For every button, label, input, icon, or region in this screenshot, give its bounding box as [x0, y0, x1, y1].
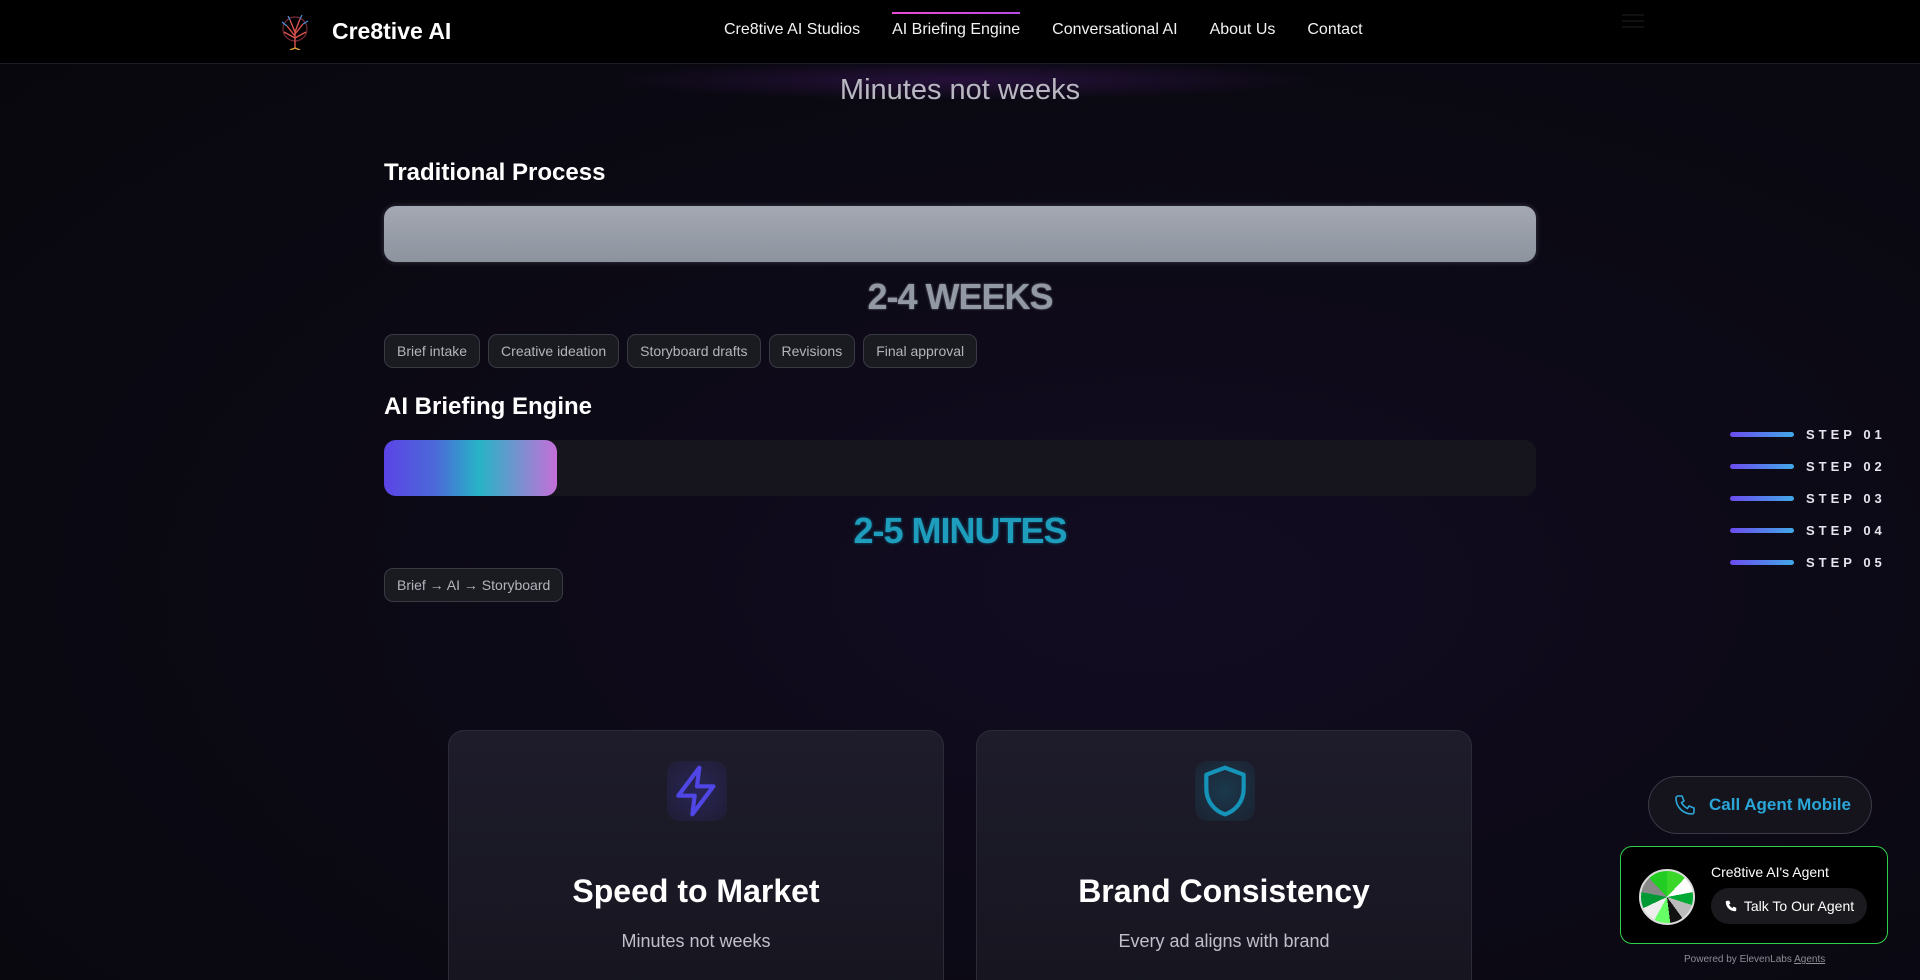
step-indicator: [1730, 463, 1794, 469]
step-nav-item[interactable]: STEP 02: [1730, 450, 1886, 482]
nav-item-conversational-ai[interactable]: Conversational AI: [1052, 21, 1177, 39]
step-chip: Final approval: [863, 334, 978, 368]
shield-icon: [1204, 765, 1246, 817]
brand-name[interactable]: Cre8tive AI: [332, 18, 451, 45]
nav-item-contact[interactable]: Contact: [1307, 21, 1362, 39]
section-subtitle: Minutes not weeks: [839, 74, 1081, 106]
step-nav-item[interactable]: STEP 01: [1730, 418, 1886, 450]
step-nav-item[interactable]: STEP 04: [1730, 514, 1886, 546]
phone-icon: [1675, 795, 1695, 815]
feature-card-brand: Brand Consistency Every ad aligns with b…: [976, 730, 1472, 980]
agent-avatar: [1639, 869, 1695, 925]
step-nav-item[interactable]: STEP 05: [1730, 546, 1886, 578]
agents-link[interactable]: Agents: [1794, 954, 1825, 965]
agent-name: Cre8tive AI's Agent: [1711, 864, 1829, 880]
traditional-duration: 2-4 WEEKS: [867, 276, 1053, 317]
step-indicator: [1730, 527, 1794, 533]
step-chip: Storyboard drafts: [627, 334, 761, 368]
feature-card-speed: Speed to Market Minutes not weeks: [448, 730, 944, 980]
step-chip: Brief → AI → Storyboard: [384, 568, 564, 602]
step-chip: Creative ideation: [488, 334, 620, 368]
ai-progress-fill: [384, 440, 557, 496]
tree-logo-icon[interactable]: [278, 14, 312, 50]
lightning-icon: [676, 765, 716, 817]
site-header: Cre8tive AI Cre8tive AI Studios AI Brief…: [0, 0, 1920, 64]
card-icon-box: [667, 761, 727, 821]
step-navigation: STEP 01 STEP 02 STEP 03 STEP 04 STEP 05: [1730, 418, 1886, 578]
card-icon-box: [1195, 761, 1255, 821]
call-agent-button[interactable]: Call Agent Mobile: [1648, 776, 1872, 834]
step-indicator: [1730, 559, 1794, 565]
traditional-steps: Brief intake Creative ideation Storyboar…: [384, 334, 978, 368]
card-text: Minutes not weeks: [621, 931, 771, 951]
ai-title: AI Briefing Engine: [384, 393, 593, 420]
step-chip: Brief intake: [384, 334, 481, 368]
step-indicator: [1730, 431, 1794, 437]
step-chip: Revisions: [768, 334, 856, 368]
agent-widget: Cre8tive AI's Agent Talk To Our Agent: [1620, 846, 1888, 944]
talk-to-agent-button[interactable]: Talk To Our Agent: [1711, 888, 1867, 924]
main-nav: Cre8tive AI Studios AI Briefing Engine C…: [724, 12, 1363, 39]
ai-steps: Brief → AI → Storyboard: [384, 568, 564, 602]
nav-item-briefing-engine[interactable]: AI Briefing Engine: [892, 12, 1021, 39]
ai-progress-track: [384, 440, 1536, 496]
traditional-title: Traditional Process: [384, 159, 606, 186]
traditional-progress-bar: [384, 206, 1536, 262]
step-indicator: [1730, 495, 1794, 501]
step-nav-item[interactable]: STEP 03: [1730, 482, 1886, 514]
card-title: Brand Consistency: [1078, 873, 1370, 909]
powered-by: Powered by ElevenLabs Agents: [1684, 954, 1826, 965]
call-agent-label: Call Agent Mobile: [1709, 795, 1851, 814]
card-text: Every ad aligns with brand: [1118, 931, 1330, 951]
nav-item-studios[interactable]: Cre8tive AI Studios: [724, 21, 860, 39]
ai-duration: 2-5 MINUTES: [853, 510, 1067, 551]
phone-icon: [1725, 900, 1737, 912]
card-title: Speed to Market: [572, 873, 820, 909]
nav-item-about-us[interactable]: About Us: [1210, 21, 1276, 39]
menu-icon[interactable]: [1622, 14, 1644, 30]
